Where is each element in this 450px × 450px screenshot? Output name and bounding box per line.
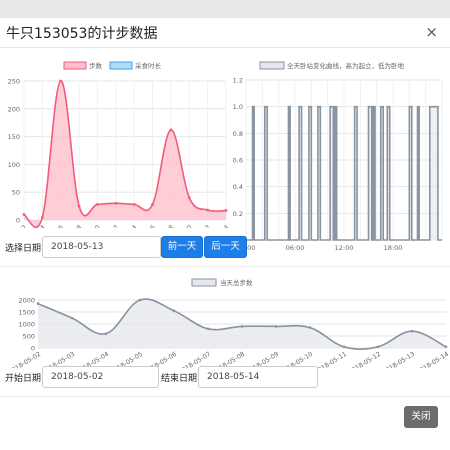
y-tick-label: 0.2 — [233, 210, 243, 218]
footer-divider — [0, 396, 450, 397]
select-date-label: 选择日期 — [5, 244, 42, 254]
posture-chart: 全天卧站变化曲线，高为起立，低为卧地0.00.20.40.60.81.01.20… — [233, 61, 443, 252]
end-date-input[interactable]: 2018-05-14 — [198, 366, 318, 388]
daily-point — [104, 332, 108, 335]
y-tick-label: 100 — [8, 161, 20, 169]
daily-point — [274, 325, 278, 328]
y-tick-label: 500 — [23, 333, 35, 341]
steps-point — [22, 213, 26, 216]
legend-swatch-posture — [259, 61, 285, 70]
x-tick-label: 20-22 — [192, 223, 212, 228]
close-icon[interactable]: × — [425, 23, 438, 41]
y-tick-label: 2000 — [18, 297, 35, 305]
x-tick-label: 18:00 — [384, 244, 403, 252]
x-tick-label: 2018-05-02 — [7, 351, 42, 368]
legend-swatch-steps — [63, 61, 87, 70]
x-tick-label: 4-6 — [52, 223, 65, 228]
x-tick-label: 06:00 — [286, 244, 305, 252]
y-tick-label: 0.4 — [233, 183, 243, 191]
daily-point — [36, 302, 40, 305]
x-tick-label: 12-14 — [119, 223, 139, 228]
y-tick-label: 1.0 — [233, 103, 243, 111]
legend-label-feeding: 采食时长 — [135, 61, 162, 70]
steps-point — [169, 128, 173, 132]
legend-swatch-daily — [191, 278, 217, 287]
x-tick-label: 18-20 — [174, 223, 194, 228]
daily-point — [444, 345, 448, 349]
legend-label-steps: 步数 — [89, 61, 103, 70]
y-tick-label: 0.6 — [233, 157, 243, 165]
steps-point — [96, 203, 99, 206]
x-tick-label: 12:00 — [335, 244, 354, 252]
x-tick-label: 2018-05-11 — [313, 351, 348, 368]
x-tick-label: 2018-05-13 — [381, 351, 416, 368]
next-day-button[interactable]: 后一天 — [204, 236, 247, 258]
select-date-input[interactable]: 2018-05-13 — [42, 236, 161, 258]
daily-point — [308, 326, 312, 329]
daily-point — [70, 316, 74, 320]
y-tick-label: 200 — [8, 105, 20, 113]
daily-point — [206, 327, 210, 331]
start-date-label: 开始日期 — [5, 374, 42, 384]
legend-swatch-feeding — [109, 61, 133, 70]
dialog-header: 牛只153053的计步数据 × — [0, 18, 450, 48]
steps-point — [224, 209, 228, 212]
x-tick-label: 8-10 — [85, 223, 101, 228]
y-tick-label: 0.8 — [233, 130, 243, 138]
x-tick-label: 2018-05-14 — [415, 351, 450, 368]
x-tick-label: 6-8 — [70, 223, 83, 228]
y-tick-label: 150 — [8, 133, 20, 141]
daily-point — [410, 329, 414, 333]
y-tick-label: 1500 — [18, 309, 35, 317]
steps-area — [24, 80, 226, 228]
x-tick-label: 14-16 — [137, 223, 157, 228]
daily-steps-chart: 当天总步数05001000150020002018-05-02 2018-05-0… — [7, 278, 450, 368]
steps-point — [187, 196, 191, 200]
x-tick-label: 2018-05-12 — [347, 351, 382, 368]
steps-point — [132, 203, 136, 206]
y-tick-label: 1000 — [18, 321, 35, 329]
start-date-input[interactable]: 2018-05-02 — [42, 366, 159, 388]
legend-label-daily: 当天总步数 — [220, 278, 253, 287]
x-tick-label: 16-18 — [156, 223, 176, 228]
daily-point — [172, 309, 176, 313]
section-divider — [0, 266, 450, 267]
dialog-title: 牛只153053的计步数据 — [6, 26, 158, 42]
y-tick-label: 1.2 — [233, 77, 243, 85]
steps-point — [77, 204, 81, 208]
step-data-dialog: 牛只153053的计步数据 × 步数采食时长0501001502002500-2… — [0, 18, 450, 450]
hourly-steps-chart: 步数采食时长0501001502002500-22-44-66-88-1010-… — [8, 61, 231, 228]
y-tick-label: 0 — [16, 217, 20, 225]
steps-point — [206, 208, 210, 212]
close-button[interactable]: 关闭 — [404, 406, 438, 428]
prev-day-button[interactable]: 前一天 — [161, 236, 203, 258]
y-tick-label: 0 — [31, 345, 35, 353]
backdrop-strip — [0, 0, 450, 18]
daily-point — [376, 345, 380, 349]
legend-label-posture: 全天卧站变化曲线，高为起立，低为卧地 — [287, 61, 405, 70]
daily-point — [342, 345, 346, 349]
steps-point — [151, 203, 154, 206]
daily-point — [138, 298, 142, 302]
daily-point — [240, 325, 244, 328]
end-date-label: 结束日期 — [161, 374, 198, 384]
x-tick-label: 10-12 — [100, 223, 120, 228]
steps-point — [59, 79, 63, 83]
steps-point — [114, 201, 118, 205]
steps-point — [40, 215, 44, 219]
y-tick-label: 250 — [8, 78, 20, 86]
y-tick-label: 50 — [12, 189, 20, 197]
